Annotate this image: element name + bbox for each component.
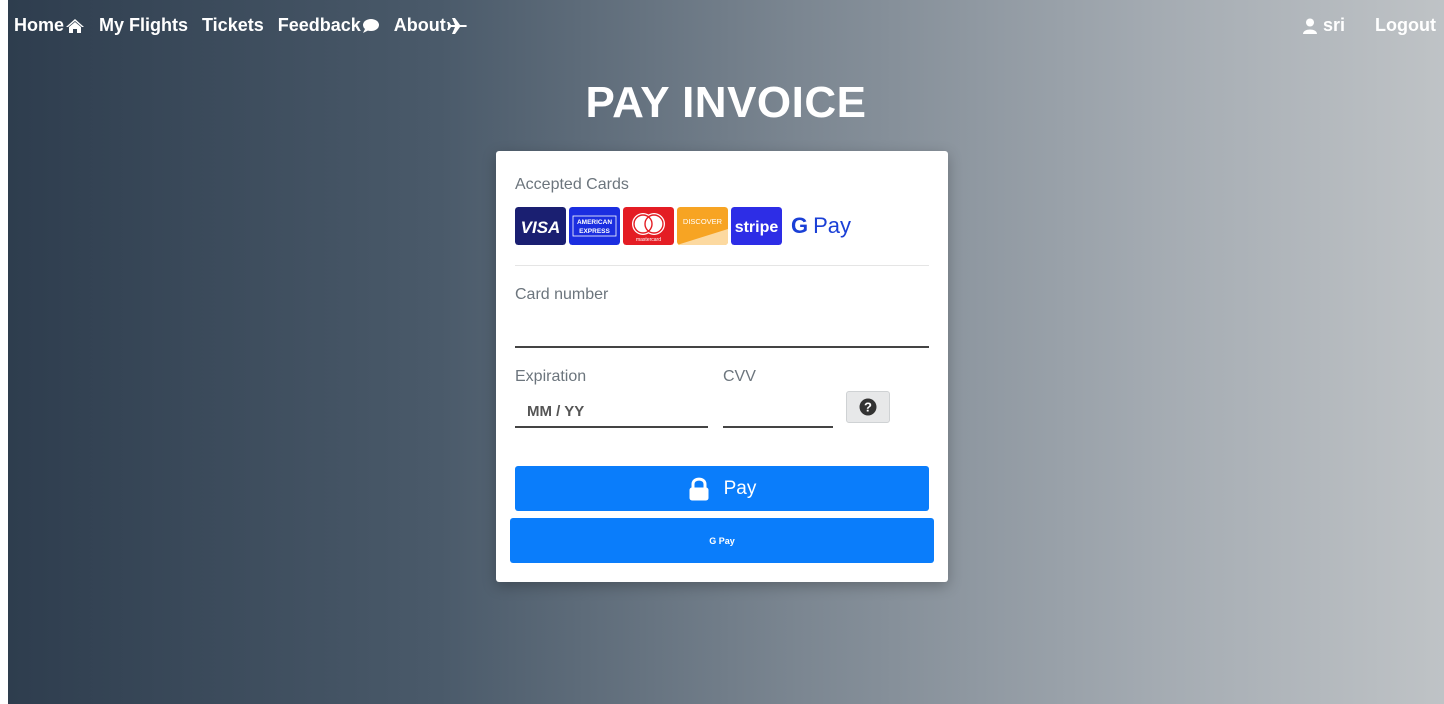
svg-text:mastercard: mastercard bbox=[636, 237, 661, 243]
pay-button[interactable]: Pay bbox=[515, 466, 929, 511]
nav-feedback-label: Feedback bbox=[277, 15, 361, 35]
plane-icon bbox=[446, 17, 467, 34]
card-number-label: Card number bbox=[515, 286, 609, 303]
google-pay-button[interactable]: G Pay bbox=[510, 518, 934, 563]
nav-tickets[interactable]: Tickets bbox=[202, 15, 264, 36]
svg-text:DISCOVER: DISCOVER bbox=[683, 217, 723, 226]
svg-text:VISA: VISA bbox=[521, 218, 561, 237]
discover-logo: DISCOVER bbox=[677, 207, 728, 245]
mastercard-logo: mastercard bbox=[623, 207, 674, 245]
page-background: Home My Flights Tickets Feedback About s… bbox=[8, 0, 1444, 704]
user-icon bbox=[1302, 18, 1317, 34]
expiration-placeholder: MM / YY bbox=[527, 403, 585, 420]
google-g-icon: G bbox=[791, 213, 809, 238]
accepted-cards-logos: VISA AMERICAN EXPRESS mastercard DISCOVE… bbox=[515, 207, 851, 245]
navbar-left: Home My Flights Tickets Feedback About bbox=[14, 15, 481, 36]
page-title: PAY INVOICE bbox=[585, 78, 867, 127]
nav-about[interactable]: About bbox=[394, 15, 467, 36]
stripe-logo: stripe bbox=[731, 207, 782, 245]
pay-button-label: Pay bbox=[723, 477, 757, 499]
svg-text:AMERICAN: AMERICAN bbox=[577, 219, 612, 226]
question-circle-icon: ? bbox=[859, 398, 877, 416]
amex-logo: AMERICAN EXPRESS bbox=[569, 207, 620, 245]
visa-logo: VISA bbox=[515, 207, 566, 245]
cvv-help-button[interactable]: ? bbox=[846, 391, 890, 423]
google-pay-logo: G Pay bbox=[791, 213, 851, 239]
payment-card: Accepted Cards VISA AMERICAN EXPRESS mas… bbox=[496, 151, 948, 582]
home-icon bbox=[66, 18, 85, 33]
svg-text:EXPRESS: EXPRESS bbox=[579, 228, 610, 235]
svg-text:stripe: stripe bbox=[735, 219, 779, 236]
nav-my-flights[interactable]: My Flights bbox=[99, 15, 188, 36]
nav-feedback[interactable]: Feedback bbox=[278, 15, 380, 36]
user-name: sri bbox=[1322, 15, 1346, 35]
card-number-input[interactable] bbox=[515, 319, 929, 348]
navbar-right: sri Logout bbox=[1302, 15, 1436, 36]
cvv-label: CVV bbox=[723, 368, 756, 385]
user-menu[interactable]: sri bbox=[1302, 15, 1345, 36]
cvv-input[interactable] bbox=[723, 398, 833, 428]
comment-icon bbox=[362, 18, 379, 33]
nav-about-label: About bbox=[393, 15, 446, 35]
nav-tickets-label: Tickets bbox=[202, 15, 264, 35]
accepted-cards-label: Accepted Cards bbox=[515, 176, 629, 193]
lock-icon bbox=[689, 477, 709, 500]
nav-home-label: Home bbox=[14, 15, 65, 35]
nav-my-flights-label: My Flights bbox=[99, 15, 189, 35]
nav-home[interactable]: Home bbox=[14, 15, 85, 36]
section-divider bbox=[515, 265, 929, 266]
expiration-input[interactable]: MM / YY bbox=[515, 398, 708, 428]
google-pay-logo-text: Pay bbox=[813, 213, 852, 238]
expiration-label: Expiration bbox=[515, 368, 587, 385]
logout-link[interactable]: Logout bbox=[1375, 15, 1436, 36]
svg-text:?: ? bbox=[864, 400, 872, 415]
